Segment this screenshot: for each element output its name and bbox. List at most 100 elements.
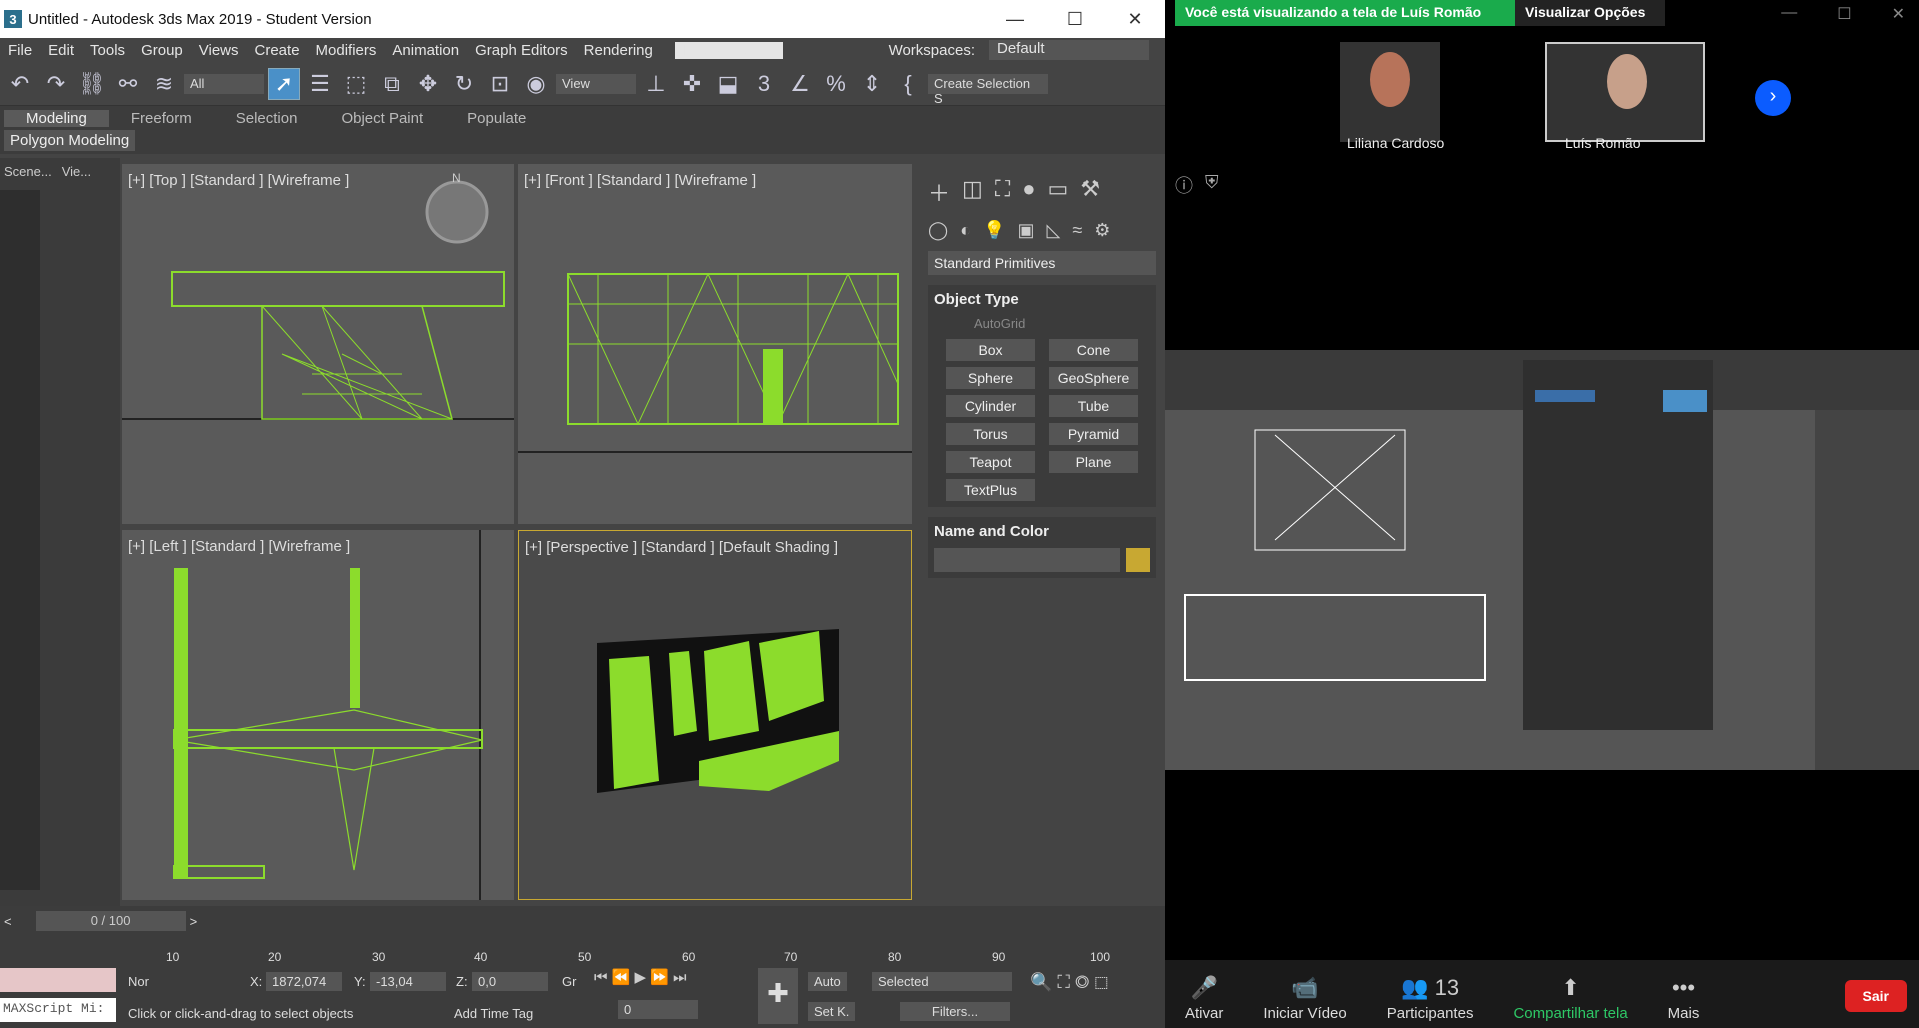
cameras-icon[interactable]: ▣ <box>1017 220 1034 241</box>
viewport-left[interactable]: [+] [Left ] [Standard ] [Wireframe ] <box>122 530 514 900</box>
space-warps-icon[interactable]: ≈ <box>1072 220 1082 241</box>
modify-tab-icon[interactable]: ◫ <box>962 176 983 208</box>
tab-modeling[interactable]: Modeling <box>4 109 109 127</box>
menu-file[interactable]: File <box>0 42 40 59</box>
current-frame-field[interactable]: 0 <box>618 1000 698 1019</box>
tab-populate[interactable]: Populate <box>445 110 548 127</box>
track-bar[interactable]: 10 20 30 40 50 60 70 80 90 100 <box>0 936 1165 968</box>
key-filters-button[interactable]: Filters... <box>900 1002 1010 1021</box>
minimize-icon[interactable]: — <box>985 9 1045 30</box>
redo-icon[interactable]: ↷ <box>40 68 72 100</box>
scale-icon[interactable]: ⊡ <box>484 68 516 100</box>
time-slider[interactable]: 0 / 100 <box>35 911 186 931</box>
placement-icon[interactable]: ◉ <box>520 68 552 100</box>
menu-group[interactable]: Group <box>133 42 191 59</box>
create-selection-set-dropdown[interactable]: Create Selection S <box>928 73 1048 106</box>
menu-modifiers[interactable]: Modifiers <box>308 42 385 59</box>
close-icon[interactable]: ✕ <box>1105 9 1165 30</box>
tab-view[interactable]: Vie... <box>62 164 91 179</box>
tube-button[interactable]: Tube <box>1049 395 1138 417</box>
tab-scene[interactable]: Scene... <box>4 164 52 179</box>
unmute-button[interactable]: 🎤 Ativar <box>1165 975 1243 1022</box>
menu-create[interactable]: Create <box>247 42 308 59</box>
object-color-swatch[interactable] <box>1126 548 1150 572</box>
undo-icon[interactable]: ↶ <box>4 68 36 100</box>
pivot-icon[interactable]: ⊥ <box>640 68 672 100</box>
reference-coordinate-dropdown[interactable]: View <box>556 73 636 94</box>
window-crossing-icon[interactable]: ⧉ <box>376 68 408 100</box>
move-icon[interactable]: ✥ <box>412 68 444 100</box>
info-icon[interactable]: ⓘ <box>1175 172 1193 198</box>
shapes-icon[interactable]: ◐ <box>960 220 971 241</box>
teapot-button[interactable]: Teapot <box>946 451 1035 473</box>
participants-button[interactable]: 👥 13 Participantes <box>1367 975 1494 1022</box>
menu-animation[interactable]: Animation <box>384 42 467 59</box>
keyboard-shortcut-icon[interactable]: ⬓ <box>712 68 744 100</box>
cylinder-button[interactable]: Cylinder <box>946 395 1035 417</box>
auto-key-button[interactable]: Auto <box>808 972 847 991</box>
share-screen-button[interactable]: ⬆ Compartilhar tela <box>1493 975 1647 1022</box>
minimize-icon[interactable]: — <box>1781 4 1797 24</box>
navigation-controls[interactable]: 🔍 ⛶ ◎ ⬚ <box>1030 972 1108 993</box>
angle-snap-icon[interactable]: ∠ <box>784 68 816 100</box>
participant-video-active[interactable] <box>1545 42 1705 142</box>
tab-selection[interactable]: Selection <box>214 110 320 127</box>
z-coordinate-field[interactable]: 0,0 <box>472 972 548 991</box>
textplus-button[interactable]: TextPlus <box>946 479 1035 501</box>
selection-filter-dropdown[interactable]: All <box>184 73 264 94</box>
menu-graph-editors[interactable]: Graph Editors <box>467 42 576 59</box>
viewport-label-front[interactable]: [+] [Front ] [Standard ] [Wireframe ] <box>524 172 756 189</box>
link-icon[interactable]: ⛓ <box>76 68 108 100</box>
maximize-icon[interactable]: ☐ <box>1045 9 1105 30</box>
object-name-input[interactable] <box>934 548 1120 572</box>
leave-meeting-button[interactable]: Sair <box>1844 980 1907 1012</box>
manipulate-icon[interactable]: ✜ <box>676 68 708 100</box>
name-color-heading[interactable]: Name and Color <box>934 523 1150 540</box>
workspaces-dropdown[interactable]: Default <box>989 40 1149 60</box>
rectangular-selection-icon[interactable]: ⬚ <box>340 68 372 100</box>
snaps-toggle-icon[interactable]: 3 <box>748 68 780 100</box>
view-options-button[interactable]: Visualizar Opções <box>1515 0 1665 26</box>
y-coordinate-field[interactable]: -13,04 <box>370 972 446 991</box>
plane-button[interactable]: Plane <box>1049 451 1138 473</box>
unlink-icon[interactable]: ⚯ <box>112 68 144 100</box>
key-filter-dropdown[interactable]: Selected <box>872 972 1012 991</box>
set-key-button[interactable]: Set K. <box>808 1002 856 1021</box>
edit-named-selection-icon[interactable]: { <box>892 68 924 100</box>
display-tab-icon[interactable]: ▭ <box>1048 176 1069 208</box>
primitives-dropdown[interactable]: Standard Primitives <box>928 251 1156 275</box>
spinner-snap-icon[interactable]: ⇕ <box>856 68 888 100</box>
maxscript-listener[interactable] <box>0 968 116 992</box>
viewport-label-left[interactable]: [+] [Left ] [Standard ] [Wireframe ] <box>128 538 350 555</box>
add-time-tag-button[interactable]: Add Time Tag <box>454 1006 533 1021</box>
systems-icon[interactable]: ⚙ <box>1094 220 1110 241</box>
menu-edit[interactable]: Edit <box>40 42 82 59</box>
geometry-icon[interactable]: ◯ <box>928 220 948 241</box>
hierarchy-tab-icon[interactable]: ⛶ <box>995 176 1010 208</box>
torus-button[interactable]: Torus <box>946 423 1035 445</box>
tab-freeform[interactable]: Freeform <box>109 110 214 127</box>
bind-space-warp-icon[interactable]: ≋ <box>148 68 180 100</box>
security-shield-icon[interactable]: ⛨ <box>1205 172 1219 193</box>
pyramid-button[interactable]: Pyramid <box>1049 423 1138 445</box>
key-mode-icon[interactable]: ✚ <box>758 968 798 1024</box>
viewport-front[interactable]: [+] [Front ] [Standard ] [Wireframe ] <box>518 164 912 524</box>
maxscript-mini-listener[interactable]: MAXScript Mi: <box>0 998 116 1022</box>
participant-video[interactable] <box>1340 42 1440 142</box>
menu-views[interactable]: Views <box>191 42 247 59</box>
viewport-perspective[interactable]: [+] [Perspective ] [Standard ] [Default … <box>518 530 912 900</box>
next-frame-icon[interactable]: > <box>190 914 198 929</box>
tab-object-paint[interactable]: Object Paint <box>319 110 445 127</box>
user-account-dropdown[interactable]: Liliana Card... <box>674 41 784 59</box>
sphere-button[interactable]: Sphere <box>946 367 1035 389</box>
utilities-tab-icon[interactable]: ⚒ <box>1080 176 1100 208</box>
box-button[interactable]: Box <box>946 339 1035 361</box>
create-tab-icon[interactable]: ＋ <box>928 176 950 208</box>
maximize-icon[interactable]: ☐ <box>1837 4 1851 24</box>
rotate-icon[interactable]: ↻ <box>448 68 480 100</box>
select-object-icon[interactable]: ➚ <box>268 67 300 100</box>
playback-controls[interactable]: ⏮ ⏪ ▶ ⏩ ⏭ <box>594 968 694 992</box>
autogrid-checkbox[interactable]: AutoGrid <box>974 316 1150 331</box>
menu-rendering[interactable]: Rendering <box>576 42 661 59</box>
lights-icon[interactable]: 💡 <box>983 220 1005 241</box>
